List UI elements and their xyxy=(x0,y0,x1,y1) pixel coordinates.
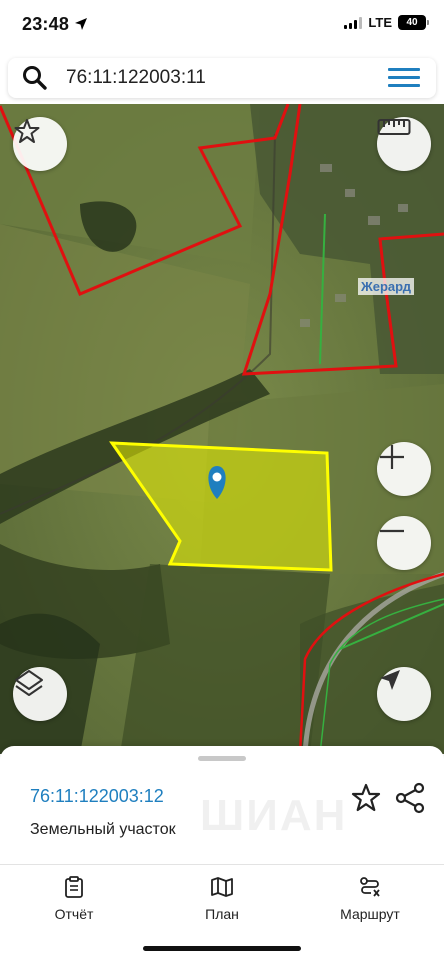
network-type: LTE xyxy=(368,15,392,30)
battery-icon: 40 xyxy=(398,15,429,30)
status-bar: 23:48 LTE 40 xyxy=(0,0,444,52)
parcel-type: Земельный участок xyxy=(30,821,176,838)
minus-icon xyxy=(380,529,404,533)
menu-line xyxy=(388,76,420,79)
battery-level: 40 xyxy=(406,17,418,28)
plus-icon xyxy=(380,445,404,469)
status-time: 23:48 xyxy=(22,14,70,34)
layers-button[interactable] xyxy=(13,667,67,721)
search-input[interactable] xyxy=(66,64,366,92)
menu-button[interactable] xyxy=(388,66,422,90)
favorite-map-button[interactable] xyxy=(13,117,67,171)
satellite-map[interactable]: Жерард xyxy=(0,104,444,754)
map-plan-icon xyxy=(211,877,233,897)
zoom-out-button[interactable] xyxy=(377,516,431,570)
parcel-cadastral-number[interactable]: 76:11:122003:12 xyxy=(30,786,164,807)
menu-line xyxy=(388,84,420,87)
report-icon xyxy=(65,876,83,898)
parcel-info-sheet[interactable]: ШИАН 76:11:122003:12 Земельный участок О… xyxy=(0,746,444,960)
star-icon[interactable] xyxy=(350,782,382,814)
layers-icon xyxy=(15,670,43,696)
search-icon[interactable] xyxy=(22,65,48,91)
divider xyxy=(0,864,444,865)
ruler-icon xyxy=(377,119,411,135)
navigation-arrow-icon xyxy=(380,670,400,690)
tab-label: Маршрут xyxy=(340,906,400,922)
location-arrow-icon xyxy=(75,18,87,30)
tab-label: Отчёт xyxy=(54,906,94,922)
signal-icon xyxy=(344,16,363,29)
watermark: ШИАН xyxy=(200,791,348,840)
home-indicator[interactable] xyxy=(143,946,301,951)
route-icon xyxy=(360,877,380,897)
tab-label: План xyxy=(205,906,239,922)
map-canvas[interactable] xyxy=(0,104,444,754)
tab-report[interactable]: Отчёт xyxy=(14,876,134,922)
star-icon xyxy=(14,119,40,143)
search-bar xyxy=(8,58,436,98)
menu-line xyxy=(388,68,420,71)
sheet-drag-handle[interactable] xyxy=(198,756,246,761)
tab-route[interactable]: Маршрут xyxy=(310,876,430,922)
zoom-in-button[interactable] xyxy=(377,442,431,496)
status-indicators: LTE 40 xyxy=(344,15,429,30)
tab-plan[interactable]: План xyxy=(162,876,282,922)
map-place-label: Жерард xyxy=(358,278,415,295)
share-icon[interactable] xyxy=(394,782,426,814)
ruler-button[interactable] xyxy=(377,117,431,171)
my-location-button[interactable] xyxy=(377,667,431,721)
